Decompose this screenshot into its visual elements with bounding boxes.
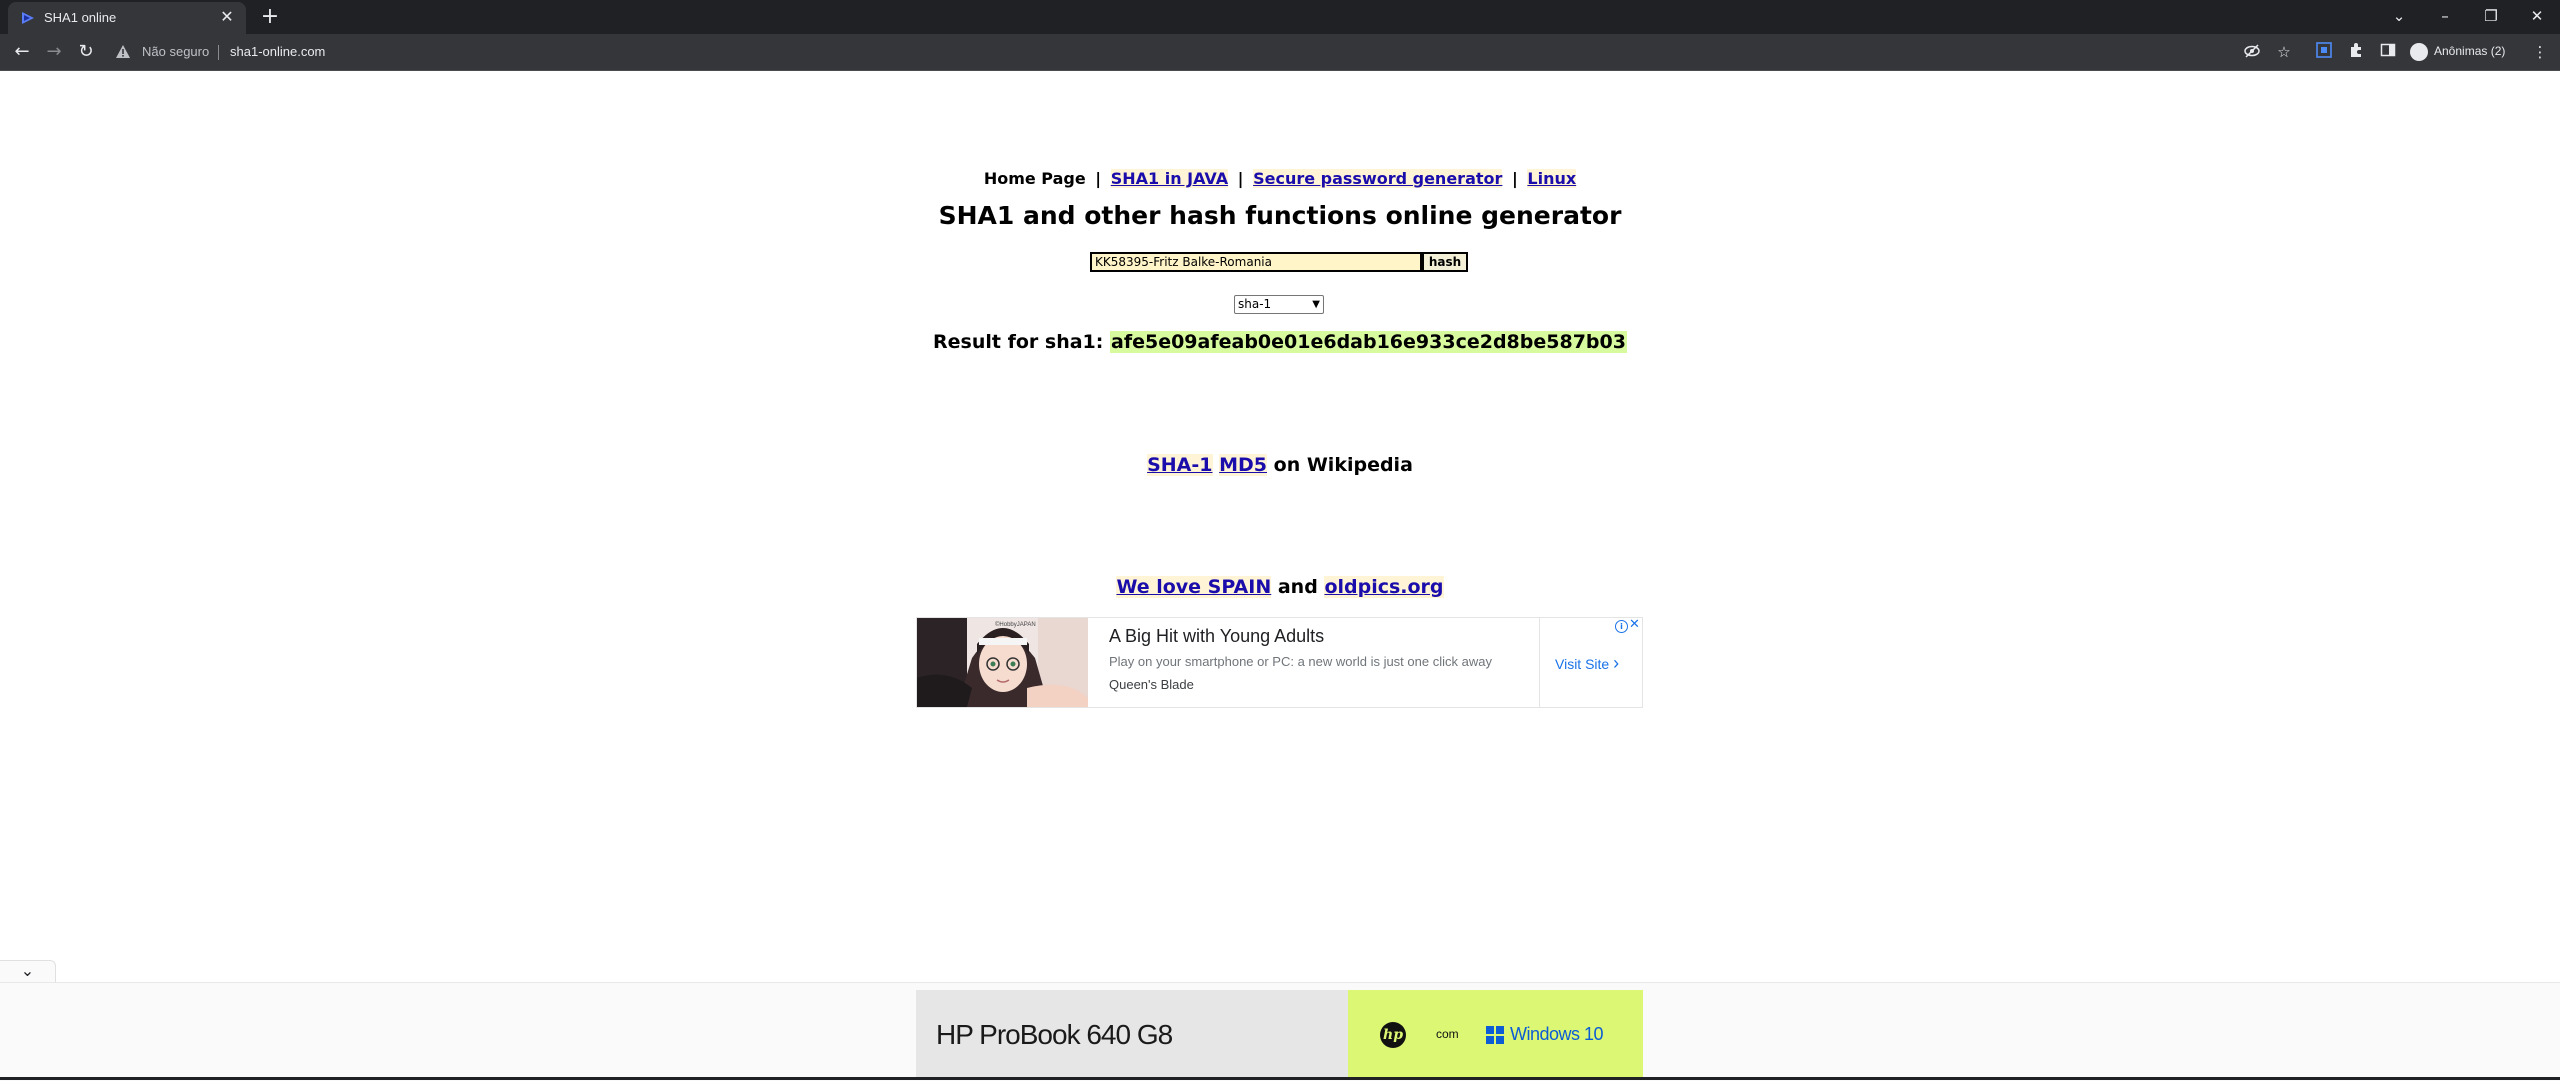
ad-title[interactable]: A Big Hit with Young Adults — [1109, 626, 1324, 647]
anchor-ad-with: com — [1436, 1027, 1459, 1041]
link-oldpics[interactable]: oldpics.org — [1324, 576, 1444, 598]
wikipedia-links: SHA-1 MD5 on Wikipedia — [0, 454, 2560, 476]
anchor-ad-bar: HP ProBook 640 G8 hp com Windows 10 — [0, 982, 2560, 1081]
nav-link-linux[interactable]: Linux — [1527, 169, 1577, 188]
security-status-label[interactable]: Não seguro — [142, 44, 209, 59]
result-hash: afe5e09afeab0e01e6dab16e933ce2d8be587b03 — [1110, 331, 1627, 353]
restore-button[interactable]: ❐ — [2476, 4, 2506, 28]
tab-strip: SHA1 online ✕ + ⌄ – ❐ ✕ — [0, 0, 2560, 34]
ad-cta-label: Visit Site — [1555, 656, 1610, 672]
result-label: Result for sha1: — [933, 331, 1104, 353]
nav-separator: | — [1095, 169, 1102, 188]
page-title: SHA1 and other hash functions online gen… — [938, 201, 1622, 230]
link-md5-wikipedia[interactable]: MD5 — [1219, 454, 1268, 476]
address-separator — [218, 45, 219, 60]
page-content: Home Page | SHA1 in JAVA | Secure passwo… — [0, 71, 2560, 981]
url-text[interactable]: sha1-online.com — [230, 44, 325, 59]
chevron-down-icon: ▼ — [1312, 299, 1320, 310]
link-we-love-spain[interactable]: We love SPAIN — [1116, 576, 1272, 598]
forward-button[interactable]: → — [42, 40, 66, 64]
wiki-suffix: on Wikipedia — [1273, 454, 1413, 476]
window-close-button[interactable]: ✕ — [2522, 4, 2552, 28]
tab-search-icon[interactable]: ⌄ — [2384, 4, 2414, 28]
minimize-button[interactable]: – — [2430, 4, 2460, 28]
profile-button[interactable]: Anônimas (2) — [2406, 40, 2512, 64]
anchor-ad-brand-panel[interactable]: hp com Windows 10 — [1348, 990, 1643, 1078]
windows-logo-icon — [1486, 1026, 1504, 1044]
hp-logo-icon: hp — [1380, 1022, 1406, 1048]
anchor-ad-product[interactable]: HP ProBook 640 G8 — [916, 990, 1348, 1078]
result-line: Result for sha1: afe5e09afeab0e01e6dab16… — [0, 331, 2560, 353]
hash-form: KK58395-Fritz Balke-Romania hash — [1090, 252, 1470, 272]
nav-link-password-generator[interactable]: Secure password generator — [1253, 169, 1503, 188]
side-panel-icon[interactable] — [2378, 42, 2398, 62]
reload-button[interactable]: ↻ — [74, 40, 98, 64]
hash-button[interactable]: hash — [1422, 252, 1468, 272]
tab-title: SHA1 online — [44, 10, 117, 25]
menu-icon[interactable]: ⋮ — [2530, 42, 2550, 62]
eye-off-icon[interactable] — [2242, 42, 2262, 62]
anchor-ad-title: HP ProBook 640 G8 — [936, 1019, 1173, 1050]
hash-text-input[interactable]: KK58395-Fritz Balke-Romania — [1090, 252, 1422, 272]
promo-links: We love SPAIN and oldpics.org — [0, 576, 2560, 598]
profile-label: Anônimas (2) — [2434, 44, 2506, 58]
promo-and: and — [1277, 576, 1318, 598]
ad-image-caption: ©HobbyJAPAN — [995, 621, 1036, 628]
nav-separator: | — [1237, 169, 1244, 188]
ad-close-icon[interactable]: ✕ — [1629, 618, 1640, 632]
ad-source: Queen's Blade — [1109, 677, 1194, 692]
nav-separator: | — [1511, 169, 1518, 188]
back-button[interactable]: ← — [10, 40, 34, 64]
site-nav: Home Page | SHA1 in JAVA | Secure passwo… — [0, 169, 2560, 188]
new-tab-button[interactable]: + — [258, 5, 282, 29]
anchor-ad-collapse-toggle[interactable]: ⌄ — [0, 960, 56, 982]
tab-close-icon[interactable]: ✕ — [218, 8, 236, 26]
site-favicon-icon — [22, 12, 34, 24]
ad-divider — [1539, 618, 1540, 707]
nav-home: Home Page — [983, 169, 1086, 188]
warning-icon[interactable] — [116, 45, 130, 58]
algorithm-select[interactable]: sha-1 ▼ — [1234, 295, 1324, 314]
chevron-right-icon: › — [1613, 653, 1620, 673]
ad-banner[interactable]: ©HobbyJAPAN A Big Hit with Young Adults … — [916, 617, 1643, 708]
puzzle-icon[interactable] — [2346, 42, 2366, 62]
ad-description: Play on your smartphone or PC: a new wor… — [1109, 654, 1492, 669]
ad-visit-site-button[interactable]: Visit Site › — [1555, 653, 1619, 674]
incognito-icon — [2410, 43, 2428, 61]
extension-icon[interactable] — [2314, 42, 2334, 62]
browser-toolbar: ← → ↻ Não seguro sha1-online.com ☆ Anôni… — [0, 34, 2560, 70]
tab-sha1-online[interactable]: SHA1 online ✕ — [8, 2, 246, 34]
address-bar[interactable]: Não seguro sha1-online.com — [106, 38, 2256, 66]
star-icon[interactable]: ☆ — [2274, 42, 2294, 62]
algorithm-selected-value: sha-1 — [1238, 297, 1272, 311]
windows-label: Windows 10 — [1510, 1024, 1604, 1044]
nav-link-sha1-java[interactable]: SHA1 in JAVA — [1110, 169, 1229, 188]
ad-image[interactable]: ©HobbyJAPAN — [917, 618, 1088, 707]
link-sha1-wikipedia[interactable]: SHA-1 — [1147, 454, 1213, 476]
ad-info-icon[interactable]: i — [1615, 620, 1628, 633]
